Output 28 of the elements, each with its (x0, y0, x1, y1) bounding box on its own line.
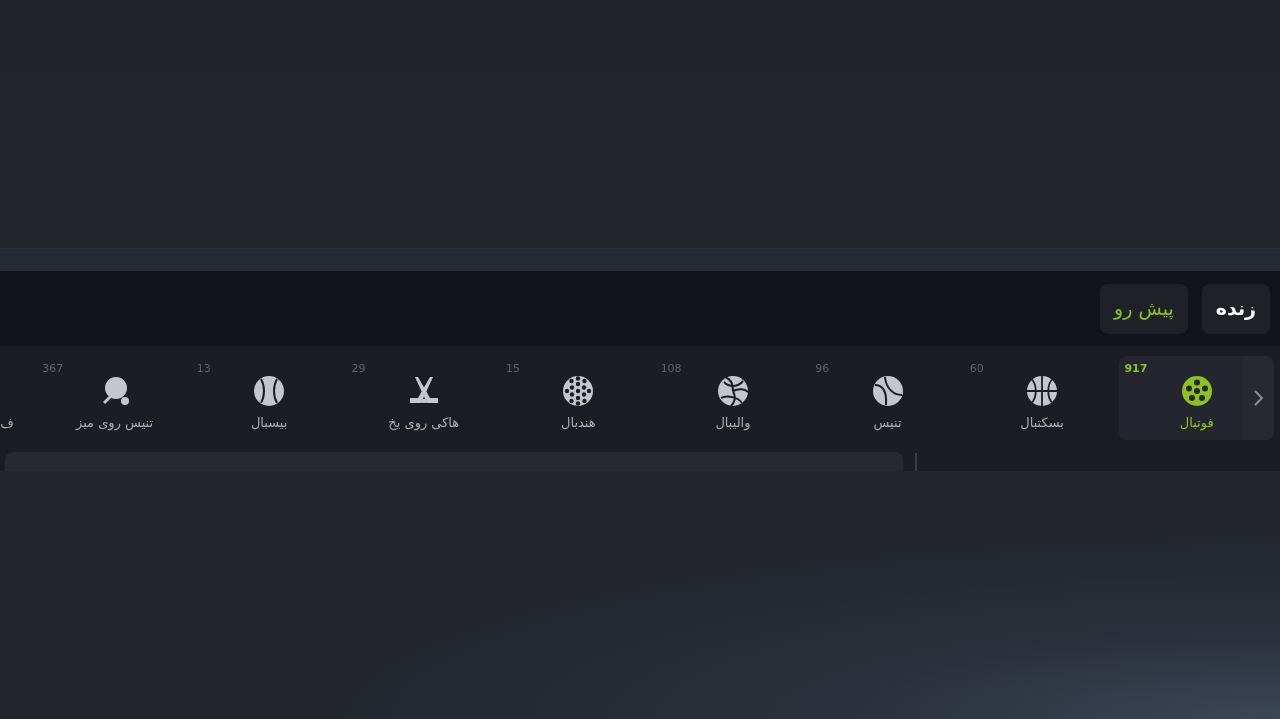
basketball-icon (1027, 376, 1058, 406)
sport-label: والیبال (715, 414, 751, 432)
filter-tab[interactable]: پیش رو (1100, 283, 1188, 334)
event-count: 60 (969, 362, 984, 376)
sport-label: تنیس (873, 414, 902, 432)
volleyball-icon (717, 376, 748, 406)
event-count: 917 (1124, 362, 1148, 376)
soccer-ball-icon (1181, 376, 1212, 406)
sport-label: فوتبال (1179, 414, 1214, 432)
filter-tab[interactable]: زنده (1201, 283, 1270, 334)
sport-label[interactable]: ف (0, 414, 14, 434)
event-count: 15 (506, 362, 521, 376)
event-count: 29 (351, 362, 366, 376)
sport-label: هندبال (561, 414, 596, 432)
sport-label: هاکی روی یخ (388, 414, 460, 432)
event-count: 13 (196, 362, 211, 376)
scroll-right-button[interactable] (1243, 356, 1274, 440)
event-count: 108 (660, 362, 682, 376)
event-count: 96 (815, 362, 830, 376)
sport-label: تنیس روی میز (76, 414, 154, 432)
event-count: 367 (42, 362, 64, 376)
handball-icon (563, 376, 594, 406)
tennis-ball-icon (872, 376, 903, 406)
sport-label: بسکتبال (1020, 414, 1064, 432)
baseball-icon (254, 376, 285, 406)
sport-label: بیسبال (250, 414, 288, 432)
chevron-right-icon (1254, 390, 1263, 406)
hockey-sticks-icon (408, 376, 439, 406)
